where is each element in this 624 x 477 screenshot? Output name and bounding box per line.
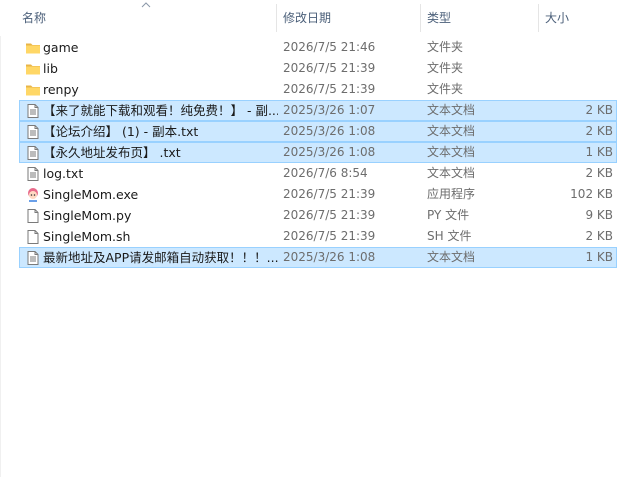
text-file-icon [25,124,41,140]
left-edge [0,0,1,477]
column-header-date-label: 修改日期 [283,11,332,25]
text-file-icon [25,103,41,119]
column-header-bar: 名称 修改日期 类型 大小 [0,0,624,36]
file-type: 文本文档 [427,166,476,180]
file-date: 2025/3/26 1:08 [283,145,376,159]
column-header-type[interactable]: 类型 [423,0,538,36]
file-type: 文本文档 [427,250,476,264]
file-type: 文本文档 [427,103,476,117]
file-name: log.txt [43,166,84,181]
file-size: 2 KB [585,229,613,243]
file-name: 【永久地址发布页】 .txt [43,145,181,160]
blank-file-icon [25,229,41,245]
file-row[interactable]: lib 2026/7/5 21:39 文件夹 [19,58,617,79]
file-size [537,80,613,99]
file-name: renpy [43,82,79,97]
file-row[interactable]: log.txt 2026/7/6 8:54 文本文档 2 KB [19,163,617,184]
file-type: 应用程序 [427,187,476,201]
file-size: 102 KB [570,187,613,201]
file-size: 2 KB [585,166,613,180]
file-type: 文本文档 [427,124,476,138]
file-row[interactable]: SingleMom.exe 2026/7/5 21:39 应用程序 102 KB [19,184,617,205]
file-size: 9 KB [585,208,613,222]
file-date: 2025/3/26 1:07 [283,103,376,117]
app-exe-icon [25,187,41,203]
file-name: SingleMom.sh [43,229,131,244]
column-divider[interactable] [538,4,539,32]
folder-icon [25,61,41,77]
file-name: SingleMom.py [43,208,132,223]
file-name: 【来了就能下载和观看！纯免费！】 - 副... [43,103,278,118]
file-name: 【论坛介绍】 (1) - 副本.txt [43,124,199,139]
file-date: 2026/7/5 21:46 [283,40,376,54]
file-date: 2026/7/5 21:39 [283,229,376,243]
file-type: 文件夹 [427,82,464,96]
file-date: 2026/7/5 21:39 [283,61,376,75]
column-header-size-label: 大小 [545,11,570,25]
file-type: 文本文档 [427,145,476,159]
file-row[interactable]: game 2026/7/5 21:46 文件夹 [19,37,617,58]
file-name: game [43,40,79,55]
file-row[interactable]: renpy 2026/7/5 21:39 文件夹 [19,79,617,100]
column-header-date[interactable]: 修改日期 [279,0,419,36]
file-row[interactable]: SingleMom.py 2026/7/5 21:39 PY 文件 9 KB [19,205,617,226]
column-header-type-label: 类型 [427,11,452,25]
file-date: 2026/7/5 21:39 [283,187,376,201]
text-file-icon [25,166,41,182]
text-file-icon [25,145,41,161]
file-size: 1 KB [585,145,613,159]
file-date: 2026/7/5 21:39 [283,208,376,222]
file-size: 2 KB [585,124,613,138]
file-type: 文件夹 [427,40,464,54]
file-name: 最新地址及APP请发邮箱自动获取！！！... [43,250,278,265]
column-divider[interactable] [276,4,277,32]
file-row[interactable]: 【来了就能下载和观看！纯免费！】 - 副... 2025/3/26 1:07 文本文… [19,100,617,121]
file-row[interactable]: 【永久地址发布页】 .txt 2025/3/26 1:08 文本文档 1 KB [19,142,617,163]
column-header-size[interactable]: 大小 [541,0,621,36]
file-name: SingleMom.exe [43,187,139,202]
file-type: SH 文件 [427,229,472,243]
file-date: 2026/7/5 21:39 [283,82,376,96]
file-date: 2026/7/6 8:54 [283,166,368,180]
file-date: 2025/3/26 1:08 [283,124,376,138]
file-size [537,38,613,57]
file-row[interactable]: SingleMom.sh 2026/7/5 21:39 SH 文件 2 KB [19,226,617,247]
file-size: 1 KB [585,250,613,264]
file-type: 文件夹 [427,61,464,75]
file-size [537,59,613,78]
file-date: 2025/3/26 1:08 [283,250,376,264]
blank-file-icon [25,208,41,224]
sort-ascending-icon [141,2,151,8]
file-size: 2 KB [585,103,613,117]
file-row[interactable]: 最新地址及APP请发邮箱自动获取！！！... 2025/3/26 1:08 文本文档… [19,247,617,268]
file-row[interactable]: 【论坛介绍】 (1) - 副本.txt 2025/3/26 1:08 文本文档 2 K… [19,121,617,142]
text-file-icon [25,250,41,266]
column-header-name-label: 名称 [22,11,47,25]
folder-icon [25,82,41,98]
folder-icon [25,40,41,56]
file-type: PY 文件 [427,208,470,222]
file-name: lib [43,61,58,76]
column-divider[interactable] [420,4,421,32]
